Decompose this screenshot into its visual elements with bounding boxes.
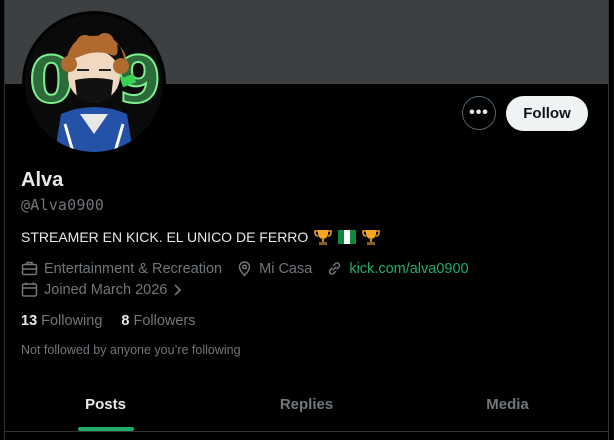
category: Entertainment & Recreation	[21, 260, 222, 277]
tab-media-label: Media	[486, 396, 529, 413]
tab-posts[interactable]: Posts	[5, 382, 206, 431]
trophy-icon	[362, 228, 381, 246]
display-name: Alva	[21, 169, 64, 191]
profile-page: 0 9 ••• Follow Alva @Alva0900 STREAMER E…	[4, 0, 609, 440]
following-count[interactable]: 13 Following	[21, 313, 102, 329]
join-date[interactable]: Joined March 2026	[21, 281, 183, 298]
svg-text:0: 0	[29, 44, 74, 118]
profile-tabs: Posts Replies Media	[5, 382, 608, 432]
nigeria-flag-icon	[338, 228, 357, 246]
tab-replies-label: Replies	[279, 396, 334, 413]
link-icon	[329, 262, 341, 275]
more-options-button[interactable]: •••	[462, 96, 496, 130]
website[interactable]: kick.com/alva0900	[326, 260, 469, 277]
following-label: Following	[41, 313, 103, 329]
ellipsis-icon: •••	[469, 104, 489, 121]
profile-bio: STREAMER EN KICK. EL UNICO DE FERRO	[21, 228, 381, 246]
avatar[interactable]: 0 9	[22, 11, 166, 155]
followers-number: 8	[121, 313, 130, 329]
join-date-label: Joined March 2026	[44, 281, 168, 298]
location-pin-icon	[238, 261, 251, 277]
briefcase-icon	[21, 261, 38, 276]
bio-text: STREAMER EN KICK. EL UNICO DE FERRO	[21, 229, 309, 245]
active-tab-indicator	[77, 427, 134, 431]
calendar-icon	[21, 282, 38, 297]
followers-label: Followers	[133, 313, 196, 329]
profile-meta: Entertainment & Recreation Mi Casa kick.…	[21, 260, 483, 277]
tab-replies[interactable]: Replies	[206, 382, 407, 431]
location-label: Mi Casa	[259, 260, 313, 277]
tab-posts-label: Posts	[85, 396, 126, 413]
category-label: Entertainment & Recreation	[44, 260, 223, 277]
join-date-row: Joined March 2026	[21, 281, 197, 298]
trophy-icon	[314, 228, 333, 246]
website-link[interactable]: kick.com/alva0900	[349, 261, 468, 277]
following-number: 13	[21, 313, 38, 329]
follow-counts: 13 Following 8 Followers	[21, 313, 215, 329]
tab-media[interactable]: Media	[407, 382, 608, 431]
followed-by-note: Not followed by anyone you’re following	[21, 343, 241, 357]
location: Mi Casa	[236, 260, 312, 277]
followers-count[interactable]: 8 Followers	[121, 313, 195, 329]
chevron-right-icon	[174, 283, 182, 296]
follow-button[interactable]: Follow	[506, 96, 588, 131]
username-handle: @Alva0900	[21, 196, 105, 214]
